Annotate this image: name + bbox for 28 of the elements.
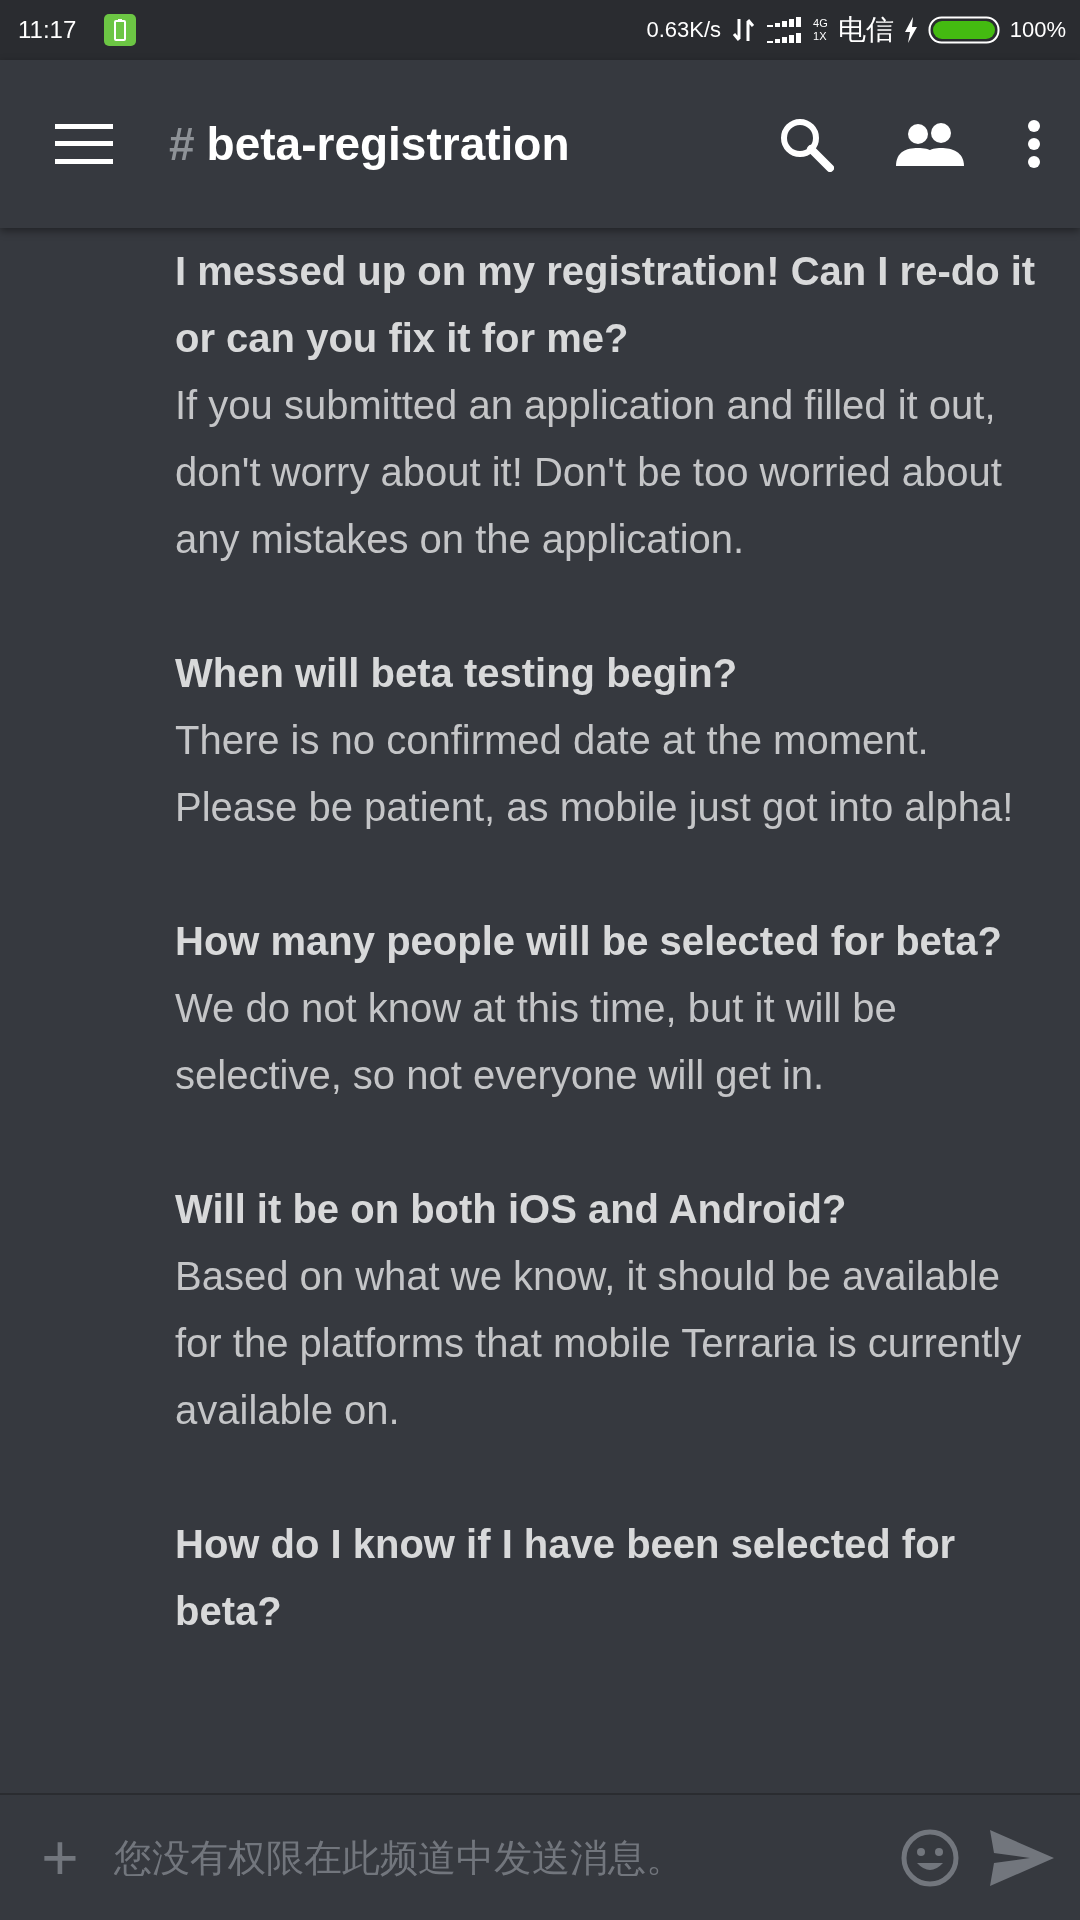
signal-icon — [767, 16, 804, 44]
faq-answer: Based on what we know, it should be available for the platforms that mobile Terraria is currently available on. — [175, 1253, 1023, 1434]
send-icon[interactable] — [990, 1829, 1054, 1886]
search-icon[interactable] — [778, 116, 834, 172]
battery-percent: 100% — [1009, 17, 1066, 43]
charging-icon — [903, 17, 918, 43]
faq-question: Will it be on both iOS and Android? — [175, 1186, 848, 1233]
emoji-icon[interactable] — [900, 1827, 960, 1888]
faq-answer: If you submitted an application and filled it out, don't worry about it! Don't be too worried about any mistakes on the application. — [175, 382, 1003, 563]
more-options-icon[interactable] — [1026, 119, 1042, 169]
channel-hash: # — [169, 117, 195, 171]
menu-icon[interactable] — [55, 124, 113, 164]
network-type: 4G — [813, 17, 828, 30]
faq-question: I messed up on my registration! Can I re-do it or can you fix it for me? — [175, 248, 1037, 362]
clock: 11:17 — [18, 16, 77, 44]
faq-answer: We do not know at this time, but it will be selective, so not everyone will get in. — [175, 985, 898, 1099]
faq-answer: There is no confirmed date at the moment. Please be patient, as mobile just got into alpha! — [175, 717, 1015, 831]
channel-name: beta-registration — [206, 117, 570, 171]
faq-question: When will beta testing begin? — [175, 650, 739, 697]
battery-app-icon — [104, 14, 137, 46]
carrier-name: 电信 — [837, 13, 894, 47]
faq-question: How many people will be selected for beta? — [175, 918, 1003, 965]
battery-icon — [927, 16, 1000, 44]
add-button[interactable]: + — [36, 1825, 84, 1890]
network-type: 1X — [813, 30, 828, 43]
members-icon[interactable] — [896, 122, 964, 166]
faq-question: How do I know if I have been selected for beta? — [175, 1521, 957, 1635]
network-speed: 0.63K/s — [646, 17, 722, 43]
